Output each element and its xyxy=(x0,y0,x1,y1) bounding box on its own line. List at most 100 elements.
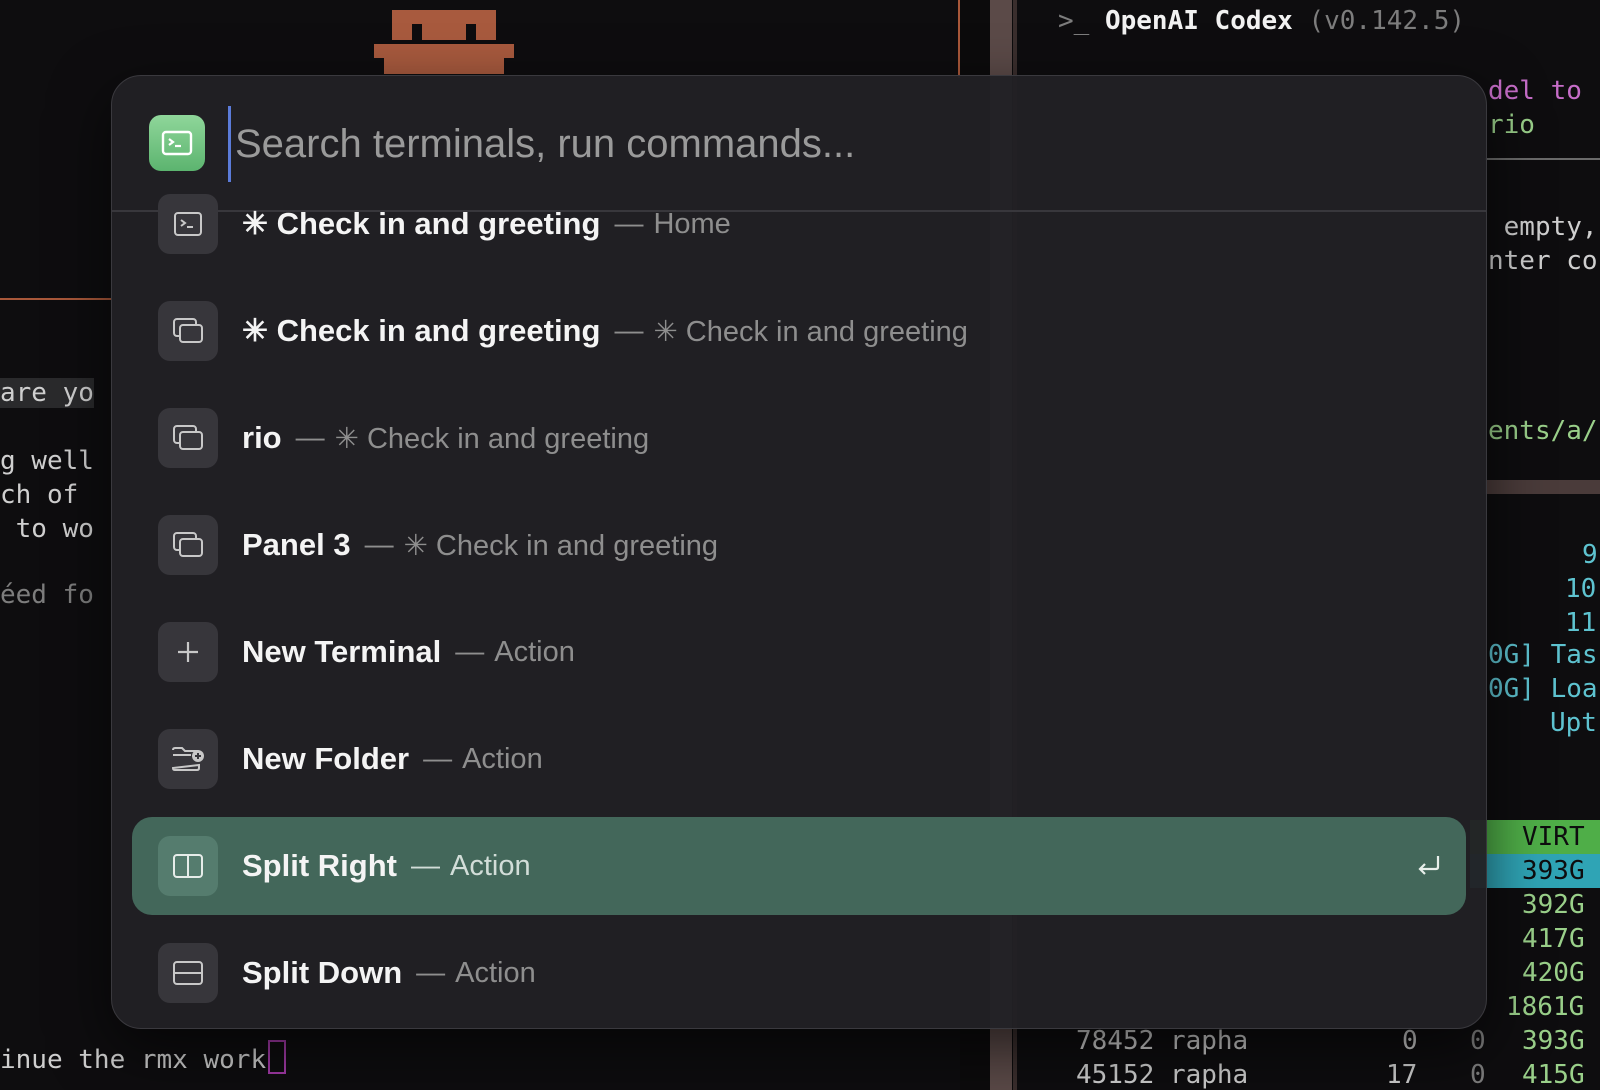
item-separator: — xyxy=(295,421,325,454)
item-title: ✳ Check in and greeting xyxy=(242,313,601,348)
terminal-line: to wo xyxy=(0,514,94,544)
terminal-line: del to c xyxy=(1488,76,1600,106)
plus-icon xyxy=(158,622,218,682)
terminal-line: empty, xyxy=(1488,212,1598,242)
process-virt: 393G xyxy=(1522,856,1585,886)
pane-border xyxy=(0,298,112,300)
terminal-cursor xyxy=(268,1040,287,1074)
item-title: Split Down xyxy=(242,955,403,990)
item-subtitle: ✳ Check in and greeting xyxy=(403,529,719,562)
list-item[interactable]: Split Down — Action xyxy=(132,924,1466,1022)
split-right-icon xyxy=(158,836,218,896)
return-icon xyxy=(1414,850,1444,880)
terminal-line: g well xyxy=(0,446,94,476)
process-row[interactable]: 78452 rapha xyxy=(1076,1026,1248,1056)
process-user: rapha xyxy=(1169,1060,1249,1090)
terminal-line: éed fo xyxy=(0,580,94,610)
terminal-icon xyxy=(149,115,205,171)
terminal-line: rio xyxy=(1488,110,1535,140)
item-title: New Folder xyxy=(242,741,410,776)
item-label: Split Down — Action xyxy=(242,924,536,1022)
item-separator: — xyxy=(614,314,644,347)
terminal-prompt[interactable]: inue the rmx work xyxy=(0,1040,287,1075)
process-ni: 0 xyxy=(1470,1060,1486,1090)
item-title: Split Right xyxy=(242,848,397,883)
folder-plus-icon xyxy=(158,729,218,789)
item-subtitle: Action xyxy=(449,849,531,882)
prompt-text: inue the rmx work xyxy=(0,1045,267,1075)
process-pri: 17 xyxy=(1386,1060,1418,1090)
item-separator: — xyxy=(423,742,453,775)
task-label: 0G] Loa xyxy=(1488,674,1598,704)
item-separator: — xyxy=(410,849,440,882)
item-label: ✳ Check in and greeting — Home xyxy=(242,175,731,273)
scroll-divider xyxy=(1485,480,1600,494)
item-subtitle: Home xyxy=(653,207,731,240)
task-text: 0G] Tas xyxy=(1488,640,1598,670)
item-title: New Terminal xyxy=(242,634,442,669)
item-title: ✳ Check in and greeting xyxy=(242,206,601,241)
item-label: Split Right — Action xyxy=(242,817,531,915)
command-palette: ✳ Check in and greeting — Home ✳ Check in … xyxy=(111,75,1487,1029)
item-title: rio xyxy=(242,420,282,455)
terminal-line: ch of xyxy=(0,480,79,510)
item-subtitle: Action xyxy=(494,635,575,668)
list-item-selected[interactable]: Split Right — Action xyxy=(132,817,1466,915)
line-fragment: del to c xyxy=(1488,76,1600,106)
meter-digit: 11 xyxy=(1565,608,1597,638)
process-pri: 0 xyxy=(1402,1026,1418,1056)
item-label: rio — ✳ Check in and greeting xyxy=(242,389,649,487)
list-item[interactable]: ✳ Check in and greeting — ✳ Check in and g… xyxy=(132,282,1466,380)
split-down-icon xyxy=(158,943,218,1003)
task-text: 0G] Loa xyxy=(1488,674,1598,704)
divider-line xyxy=(1485,158,1600,160)
list-item[interactable]: New Terminal — Action xyxy=(132,603,1466,701)
process-pid: 78452 xyxy=(1076,1026,1155,1056)
process-row[interactable]: 45152 rapha xyxy=(1076,1060,1248,1090)
item-label: ✳ Check in and greeting — ✳ Check in and g… xyxy=(242,282,968,380)
app-version: (v0.142.5) xyxy=(1308,6,1466,36)
terminal-line: nter co xyxy=(1488,246,1598,276)
item-separator: — xyxy=(455,635,485,668)
tabs-icon xyxy=(158,301,218,361)
process-virt: 393G xyxy=(1522,1026,1585,1056)
terminal-line: are yo xyxy=(0,378,94,408)
list-item[interactable]: Panel 3 — ✳ Check in and greeting xyxy=(132,496,1466,594)
prompt-glyph: >_ xyxy=(1058,6,1090,36)
process-header: VIRT xyxy=(1522,822,1585,852)
process-pid: 45152 xyxy=(1076,1060,1155,1090)
meter-digit: 9 xyxy=(1582,540,1598,570)
process-virt-value: 1861G xyxy=(1506,992,1585,1022)
item-subtitle: ✳ Check in and greeting xyxy=(334,422,650,455)
item-label: New Folder — Action xyxy=(242,710,543,808)
process-ni: 0 xyxy=(1470,1026,1486,1056)
task-label: Upt xyxy=(1550,708,1597,738)
process-virt: 1861G xyxy=(1506,992,1584,1022)
item-subtitle: Action xyxy=(455,956,536,989)
app-title: OpenAI Codex xyxy=(1104,6,1293,36)
codex-header: >_ OpenAI Codex (v0.142.5) xyxy=(1058,6,1465,36)
list-item[interactable]: ✳ Check in and greeting — Home xyxy=(132,175,1466,273)
search-input[interactable] xyxy=(228,106,1437,182)
list-item[interactable]: rio — ✳ Check in and greeting xyxy=(132,389,1466,487)
meter-digit: 10 xyxy=(1565,574,1597,604)
item-separator: — xyxy=(416,956,446,989)
item-separator: — xyxy=(364,528,394,561)
terminal-line: ents/a/ xyxy=(1488,416,1598,446)
item-label: New Terminal — Action xyxy=(242,603,575,701)
process-virt: 420G xyxy=(1522,958,1585,988)
task-label: 0G] Tas xyxy=(1488,640,1598,670)
process-user: rapha xyxy=(1169,1026,1249,1056)
pane-border xyxy=(958,0,960,78)
tabs-icon xyxy=(158,408,218,468)
item-label: Panel 3 — ✳ Check in and greeting xyxy=(242,496,718,594)
tabs-icon xyxy=(158,515,218,575)
item-subtitle: Action xyxy=(462,742,543,775)
list-item[interactable]: New Folder — Action xyxy=(132,710,1466,808)
pixel-art-logo xyxy=(374,10,514,74)
item-title: Panel 3 xyxy=(242,527,351,562)
terminal-icon xyxy=(158,194,218,254)
item-separator: — xyxy=(614,207,644,240)
process-virt: 415G xyxy=(1522,1060,1585,1090)
process-virt: 417G xyxy=(1522,924,1585,954)
